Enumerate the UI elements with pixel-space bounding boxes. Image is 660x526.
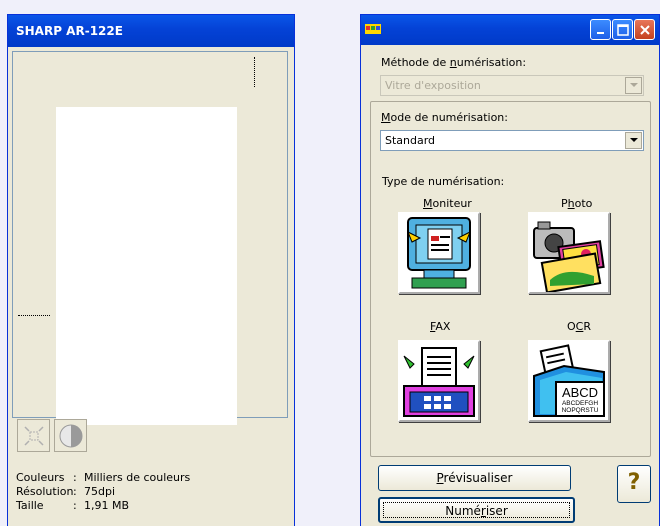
scan-method-dropdown-button[interactable] <box>625 77 642 94</box>
ocr-label: OCR <box>567 320 592 333</box>
scan-mode-label: Mode de numérisation: <box>381 111 508 124</box>
preview-window-title: SHARP AR-122E <box>8 15 294 47</box>
info-separator: : <box>73 471 77 484</box>
ruler-marker-left <box>18 315 50 317</box>
help-icon: ? <box>627 470 641 495</box>
scan-method-label: Méthode de numérisation: <box>381 56 527 69</box>
auto-crop-button[interactable] <box>17 419 50 452</box>
monitor-label: Moniteur <box>423 197 472 210</box>
photo-icon <box>530 214 608 294</box>
window-titlebar[interactable] <box>361 15 659 45</box>
info-separator: : <box>73 499 77 512</box>
info-label: Résolution <box>16 485 74 498</box>
monitor-scan-button[interactable] <box>398 212 480 294</box>
close-button[interactable] <box>634 19 655 40</box>
ocr-scan-button[interactable]: ABCD ABCDEFGH NOPQRSTU <box>528 340 610 422</box>
ocr-icon-text-line2: NOPQRSTU <box>562 407 599 414</box>
fax-icon <box>400 342 478 420</box>
photo-label: Photo <box>561 197 593 210</box>
info-separator: : <box>73 485 77 498</box>
info-row-resolution: Résolution : 75dpi <box>16 485 190 499</box>
scan-mode-dropdown-button[interactable] <box>625 132 642 149</box>
maximize-icon <box>616 23 629 36</box>
scanned-page-preview <box>56 107 237 425</box>
close-icon <box>639 24 650 35</box>
scan-settings-window: Méthode de numérisation: Vitre d'exposit… <box>360 14 660 526</box>
monitor-icon <box>400 214 478 292</box>
info-value: Milliers de couleurs <box>84 471 191 484</box>
app-icon <box>365 24 381 34</box>
preview-area[interactable] <box>12 51 288 425</box>
ocr-icon-text-large: ABCD <box>562 385 598 400</box>
info-label: Taille <box>16 499 44 512</box>
chevron-down-icon <box>629 83 638 87</box>
scan-mode-value: Standard <box>385 134 436 147</box>
preview-window: SHARP AR-122E Couleurs : Milliers de cou… <box>7 14 295 526</box>
fax-label: FAX <box>430 320 451 333</box>
scan-method-select[interactable]: Vitre d'exposition <box>380 75 644 96</box>
scan-type-label: Type de numérisation: <box>382 175 505 188</box>
info-panel: Couleurs : Milliers de couleurs Résoluti… <box>16 471 190 513</box>
scan-method-value: Vitre d'exposition <box>385 79 481 92</box>
ocr-icon-text-line1: ABCDEFGH <box>562 400 598 407</box>
help-button[interactable]: ? <box>617 465 651 503</box>
info-row-colors: Couleurs : Milliers de couleurs <box>16 471 190 485</box>
minimize-icon <box>596 31 604 34</box>
info-row-size: Taille : 1,91 MB <box>16 499 190 513</box>
maximize-button[interactable] <box>612 19 633 40</box>
contrast-icon <box>59 424 82 447</box>
info-value: 75dpi <box>84 485 116 498</box>
crop-icon <box>23 425 44 446</box>
contrast-button[interactable] <box>54 419 87 452</box>
ocr-icon: ABCD ABCDEFGH NOPQRSTU <box>530 342 608 420</box>
preview-button[interactable]: Prévisualiser <box>378 465 571 491</box>
focus-rectangle <box>383 502 570 518</box>
fax-scan-button[interactable] <box>398 340 480 422</box>
minimize-button[interactable] <box>590 19 611 40</box>
info-value: 1,91 MB <box>84 499 130 512</box>
chevron-down-icon <box>629 138 638 142</box>
info-label: Couleurs <box>16 471 65 484</box>
scan-button[interactable]: Numériser <box>378 497 575 523</box>
ruler-marker-top <box>254 57 256 87</box>
scan-mode-select[interactable]: Standard <box>380 130 644 151</box>
photo-scan-button[interactable] <box>528 212 610 294</box>
